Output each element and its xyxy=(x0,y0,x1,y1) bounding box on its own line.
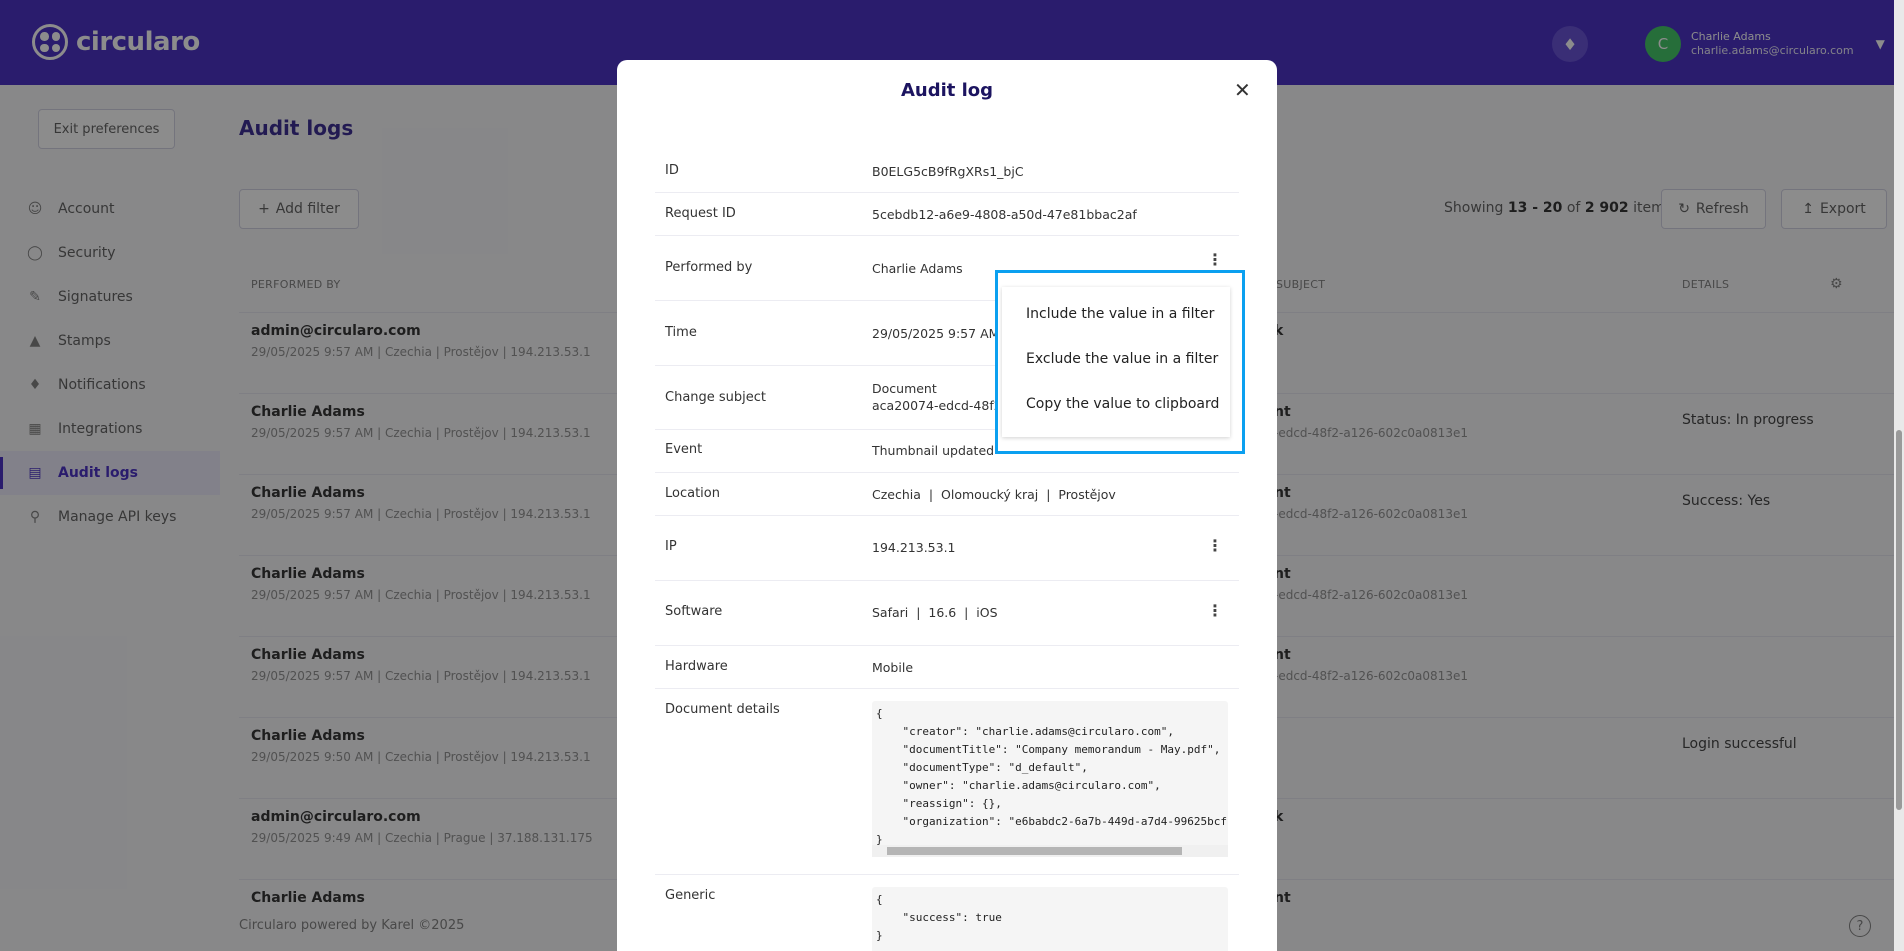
subject-type: Document xyxy=(872,381,937,396)
page-scrollbar-thumb[interactable] xyxy=(1896,430,1902,810)
exclude-in-filter-option[interactable]: Exclude the value in a filter xyxy=(1026,351,1218,367)
generic-code[interactable]: { "success": true } xyxy=(872,887,1228,951)
subject-id: aca20074-edcd-48f2-c xyxy=(872,398,1014,413)
detail-row-request-id: Request ID 5cebdb12-a6e9-4808-a50d-47e81… xyxy=(655,193,1239,236)
detail-row-id: ID B0ELG5cB9fRgXRs1_bjC xyxy=(655,150,1239,193)
detail-row-ip: IP 194.213.53.1 ⋮ xyxy=(655,516,1239,581)
detail-value: Charlie Adams xyxy=(872,261,963,276)
detail-value: 5cebdb12-a6e9-4808-a50d-47e81bbac2af xyxy=(872,207,1137,222)
more-options-icon[interactable]: ⋮ xyxy=(1207,252,1223,268)
detail-row-location: Location Czechia | Olomoucký kraj | Pros… xyxy=(655,473,1239,516)
detail-row-software: Software Safari | 16.6 | iOS ⋮ xyxy=(655,581,1239,646)
detail-value: 29/05/2025 9:57 AM xyxy=(872,326,1000,341)
audit-log-modal: Audit log ✕ ID B0ELG5cB9fRgXRs1_bjC Requ… xyxy=(617,60,1277,951)
more-options-icon[interactable]: ⋮ xyxy=(1207,538,1223,554)
detail-label: Generic xyxy=(665,888,716,903)
detail-label: Hardware xyxy=(665,659,728,674)
detail-label: ID xyxy=(665,163,679,178)
detail-row-hardware: Hardware Mobile xyxy=(655,646,1239,689)
detail-value: Thumbnail updated xyxy=(872,443,995,458)
modal-title: Audit log xyxy=(900,80,994,101)
context-menu: Include the value in a filter Exclude th… xyxy=(1002,287,1230,437)
detail-label: Event xyxy=(665,442,703,457)
detail-label: Document details xyxy=(665,702,780,717)
detail-label: IP xyxy=(665,539,677,554)
document-details-code[interactable]: { "creator": "charlie.adams@circularo.co… xyxy=(872,701,1228,856)
detail-value: 194.213.53.1 xyxy=(872,540,956,555)
code-horizontal-scrollbar[interactable] xyxy=(872,845,1228,857)
detail-value: B0ELG5cB9fRgXRs1_bjC xyxy=(872,164,1024,179)
copy-to-clipboard-option[interactable]: Copy the value to clipboard xyxy=(1026,396,1219,412)
detail-label: Time xyxy=(665,325,697,340)
detail-value: Mobile xyxy=(872,660,914,675)
detail-label: Software xyxy=(665,604,723,619)
detail-label: Request ID xyxy=(665,206,736,221)
detail-row-generic: Generic { "success": true } xyxy=(655,875,1239,951)
detail-label: Change subject xyxy=(665,390,767,405)
include-in-filter-option[interactable]: Include the value in a filter xyxy=(1026,306,1214,322)
detail-row-document-details: Document details { "creator": "charlie.a… xyxy=(655,689,1239,875)
more-options-icon[interactable]: ⋮ xyxy=(1207,603,1223,619)
detail-value: Czechia | Olomoucký kraj | Prostějov xyxy=(872,487,1116,502)
detail-label: Location xyxy=(665,486,720,501)
close-icon[interactable]: ✕ xyxy=(1234,80,1251,100)
context-menu-highlight: Include the value in a filter Exclude th… xyxy=(995,270,1245,454)
detail-label: Performed by xyxy=(665,260,753,275)
detail-value: Safari | 16.6 | iOS xyxy=(872,605,998,620)
code-scrollbar-thumb[interactable] xyxy=(887,847,1182,855)
detail-value: Document aca20074-edcd-48f2-c xyxy=(872,380,1013,414)
